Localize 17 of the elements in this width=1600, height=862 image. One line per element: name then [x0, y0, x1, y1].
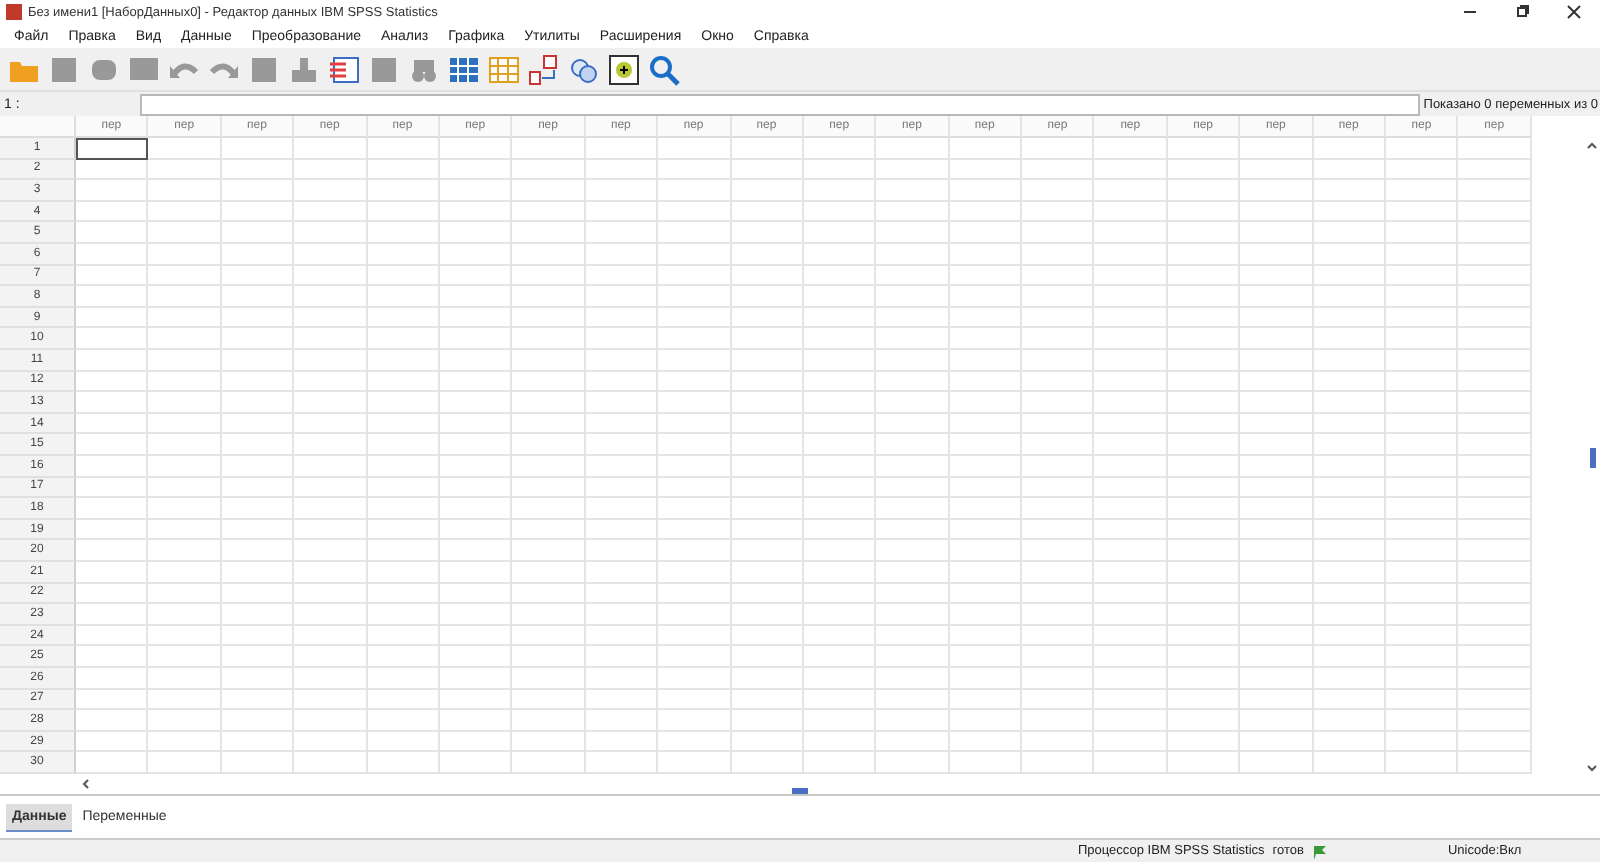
scroll-handle-icon[interactable] [1589, 447, 1595, 467]
cell-editor-field[interactable] [140, 93, 1420, 115]
save-icon[interactable] [48, 53, 80, 85]
app-icon [6, 4, 22, 20]
scroll-left-icon[interactable] [80, 778, 90, 790]
insert-icon[interactable] [608, 53, 640, 85]
scroll-up-icon[interactable] [1586, 140, 1598, 150]
scroll-down-icon[interactable] [1586, 764, 1598, 774]
circles-icon[interactable] [568, 53, 600, 85]
variables-icon[interactable] [328, 53, 360, 85]
splitter-handle-icon[interactable] [792, 788, 808, 794]
dialog-icon[interactable] [128, 53, 160, 85]
value-labels-icon[interactable] [528, 53, 560, 85]
table-icon[interactable] [488, 53, 520, 85]
flag-icon [1311, 843, 1328, 859]
search-icon[interactable] [648, 53, 680, 85]
active-cell[interactable] [76, 138, 149, 160]
